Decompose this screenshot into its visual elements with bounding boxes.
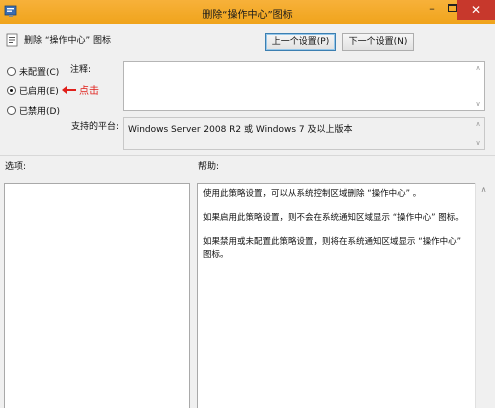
title-bar: 删除“操作中心”图标 – ✕ — [0, 0, 495, 24]
radio-enabled-label: 已启用(E) — [19, 86, 59, 97]
policy-title: 删除 “操作中心” 图标 — [24, 36, 112, 46]
radio-disabled-label: 已禁用(D) — [19, 106, 60, 117]
scroll-up-icon[interactable]: ∧ — [476, 185, 491, 194]
scroll-up-icon[interactable]: ∧ — [473, 120, 483, 128]
radio-enabled[interactable]: 已启用(E) — [7, 84, 59, 97]
help-label: 帮助: — [198, 162, 220, 172]
platform-scrollbar[interactable]: ∧ ∨ — [473, 118, 483, 149]
policy-doc-icon — [6, 33, 18, 47]
radio-not-configured[interactable]: 未配置(C) — [7, 65, 60, 78]
help-paragraph: 如果启用此策略设置，则不会在系统通知区域显示 “操作中心” 图标。 — [203, 213, 464, 223]
radio-disabled[interactable]: 已禁用(D) — [7, 104, 60, 117]
help-paragraph: 使用此策略设置，可以从系统控制区域删除 “操作中心” 。 — [203, 189, 422, 199]
close-button[interactable]: ✕ — [457, 0, 495, 20]
scroll-down-icon[interactable]: ∨ — [473, 139, 483, 147]
section-divider — [0, 155, 495, 156]
comment-label: 注释: — [70, 65, 92, 75]
radio-not-configured-label: 未配置(C) — [19, 67, 60, 78]
next-setting-button[interactable]: 下一个设置(N) — [342, 33, 414, 51]
radio-disabled-circle[interactable] — [7, 105, 16, 115]
supported-platform-field: Windows Server 2008 R2 或 Windows 7 及以上版本… — [123, 117, 485, 150]
click-annotation-text: 点击 — [79, 86, 99, 97]
platform-label: 支持的平台: — [71, 122, 120, 132]
click-annotation: 点击 — [62, 82, 99, 97]
left-arrow-icon — [62, 85, 76, 95]
options-pane — [4, 183, 190, 408]
radio-enabled-circle[interactable] — [7, 85, 16, 95]
minimize-button[interactable]: – — [421, 0, 443, 20]
maximize-button[interactable] — [448, 4, 457, 12]
help-scrollbar[interactable]: ∧ — [475, 183, 490, 408]
platform-value: Windows Server 2008 R2 或 Windows 7 及以上版本 — [128, 125, 353, 135]
scroll-up-icon[interactable]: ∧ — [473, 64, 483, 72]
scroll-down-icon[interactable]: ∨ — [473, 100, 483, 108]
comment-textarea[interactable]: ∧ ∨ — [123, 61, 485, 111]
help-pane: 使用此策略设置，可以从系统控制区域删除 “操作中心” 。 如果启用此策略设置，则… — [197, 183, 487, 408]
help-paragraph: 如果禁用或未配置此策略设置，则将在系统通知区域显示 “操作中心” 图标。 — [203, 237, 462, 260]
radio-not-configured-circle[interactable] — [7, 66, 16, 76]
previous-setting-button[interactable]: 上一个设置(P) — [265, 33, 336, 51]
options-label: 选项: — [5, 162, 27, 172]
comment-scrollbar[interactable]: ∧ ∨ — [473, 62, 483, 110]
